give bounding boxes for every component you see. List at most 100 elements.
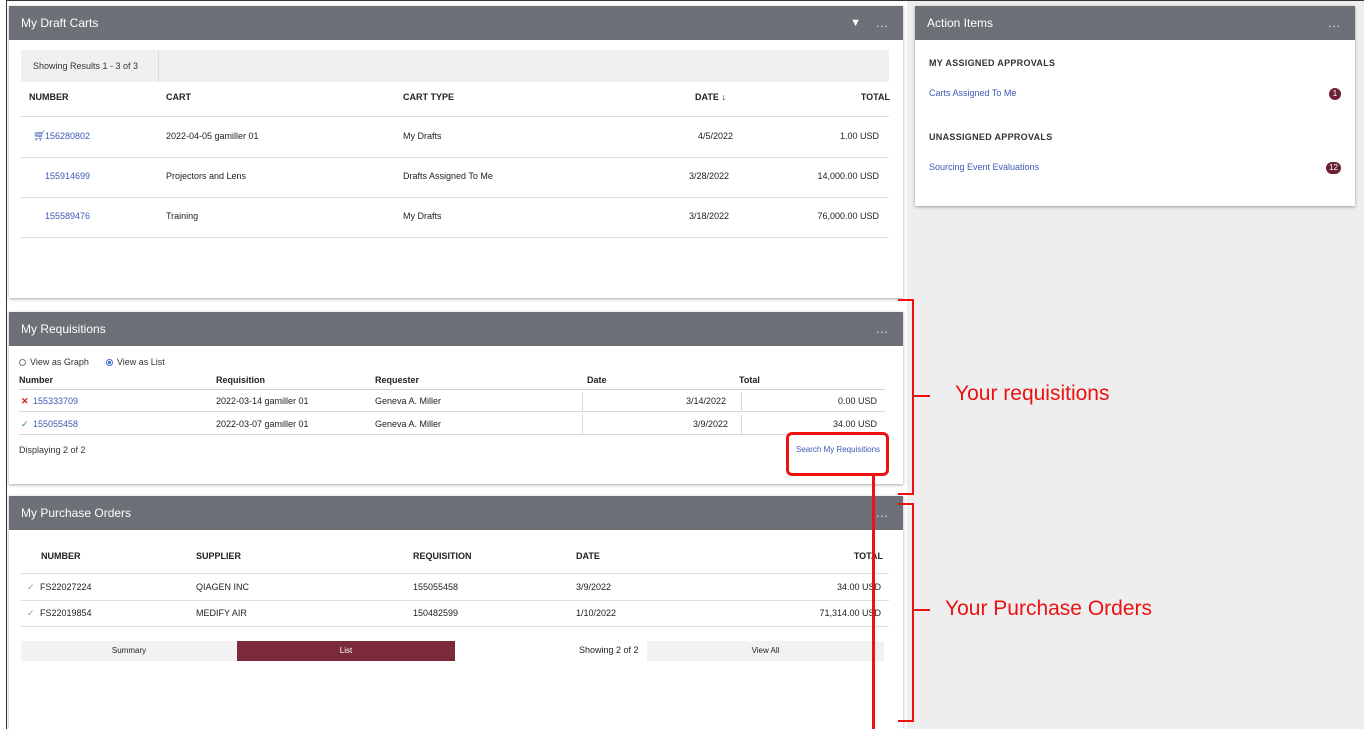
requisitions-title: My Requisitions xyxy=(21,322,106,336)
sourcing-evaluations-link[interactable]: Sourcing Event Evaluations xyxy=(929,162,1039,172)
draft-carts-panel: My Draft Carts ▼ ... Showing Results 1 -… xyxy=(9,6,903,298)
divider xyxy=(582,392,583,411)
column-header-cart-type[interactable]: CART TYPE xyxy=(403,92,454,102)
bracket-tick xyxy=(912,609,930,611)
cart-number-link[interactable]: 156280802 xyxy=(45,131,90,141)
requisition-date: 3/14/2022 xyxy=(686,396,727,406)
supplier-name: MEDIFY AIR xyxy=(196,608,247,618)
cart-number-link[interactable]: 155589476 xyxy=(45,211,90,221)
draft-carts-title: My Draft Carts xyxy=(21,16,99,30)
column-header-requisition[interactable]: REQUISITION xyxy=(413,551,472,561)
canvas-border xyxy=(6,0,7,729)
approved-check-icon: ✓ xyxy=(21,419,29,429)
cart-number-link[interactable]: 155914699 xyxy=(45,171,90,181)
po-number[interactable]: FS22019854 xyxy=(40,608,92,618)
column-header-cart[interactable]: CART xyxy=(166,92,191,102)
divider xyxy=(582,415,583,434)
column-header-number[interactable]: NUMBER xyxy=(41,551,81,561)
list-tab[interactable]: List xyxy=(237,641,455,661)
purchase-orders-title: My Purchase Orders xyxy=(21,506,132,520)
column-header-number[interactable]: NUMBER xyxy=(29,92,69,102)
draft-carts-menu-button[interactable]: ... xyxy=(876,6,889,40)
column-header-supplier[interactable]: SUPPLIER xyxy=(196,551,241,561)
bracket-tick xyxy=(912,395,930,397)
table-row[interactable]: ✓ 155055458 2022-03-07 gamiller 01 Genev… xyxy=(19,415,885,435)
results-bar: Showing Results 1 - 3 of 3 xyxy=(21,50,889,82)
table-row[interactable]: ✓ FS22027224 QIAGEN INC 155055458 3/9/20… xyxy=(21,574,889,601)
cart-date: 4/5/2022 xyxy=(698,131,734,141)
canvas-border xyxy=(6,0,1364,1)
purchase-orders-menu-button[interactable]: ... xyxy=(876,496,889,530)
divider xyxy=(19,389,885,390)
cart-total: 1.00 USD xyxy=(839,131,879,141)
column-header-requisition[interactable]: Requisition xyxy=(216,375,265,385)
cart-name: Projectors and Lens xyxy=(166,171,247,181)
annotation-line xyxy=(872,476,875,729)
requester-name: Geneva A. Miller xyxy=(375,396,442,406)
po-requisition: 155055458 xyxy=(413,582,459,592)
approved-check-icon: ✓ xyxy=(27,582,35,592)
cart-type: My Drafts xyxy=(403,211,442,221)
cart-type: Drafts Assigned To Me xyxy=(403,171,493,181)
table-row[interactable]: 🛒︎ 156280802 2022-04-05 gamiller 01 My D… xyxy=(21,117,889,158)
purchase-orders-panel: My Purchase Orders ... NUMBER SUPPLIER R… xyxy=(9,496,903,729)
count-badge: 1 xyxy=(1329,88,1341,100)
column-header-date[interactable]: Date xyxy=(587,375,607,385)
summary-tab[interactable]: Summary xyxy=(21,641,237,661)
column-header-requester[interactable]: Requester xyxy=(375,375,419,385)
cart-date: 3/28/2022 xyxy=(689,171,730,181)
po-date: 1/10/2022 xyxy=(576,608,617,618)
requisitions-bracket xyxy=(898,299,914,495)
action-items-menu-button[interactable]: ... xyxy=(1328,6,1341,40)
column-header-date[interactable]: DATE ↓ xyxy=(695,92,726,102)
action-items-panel: Action Items ... MY ASSIGNED APPROVALS C… xyxy=(915,6,1355,206)
view-toggle: View as Graph View as List xyxy=(19,357,165,367)
requisitions-header: My Requisitions ... xyxy=(9,312,903,346)
filter-icon[interactable]: ▼ xyxy=(850,6,861,40)
requisition-number-link[interactable]: 155055458 xyxy=(33,419,78,429)
table-row[interactable]: 155589476 Training My Drafts 3/18/2022 7… xyxy=(21,197,889,238)
view-list-radio[interactable] xyxy=(105,359,113,367)
requisitions-menu-button[interactable]: ... xyxy=(876,312,889,346)
results-count: Showing Results 1 - 3 of 3 xyxy=(21,50,159,82)
purchase-orders-bracket xyxy=(898,503,914,722)
column-header-total[interactable]: Total xyxy=(739,375,760,385)
purchase-orders-annotation: Your Purchase Orders xyxy=(945,597,1152,620)
cart-icon: 🛒︎ xyxy=(33,131,46,142)
displaying-count: Displaying 2 of 2 xyxy=(19,445,86,455)
cart-name: 2022-04-05 gamiller 01 xyxy=(166,131,259,141)
view-all-button[interactable]: View All xyxy=(647,641,884,661)
column-header-total[interactable]: TOTAL xyxy=(861,92,890,102)
approved-check-icon: ✓ xyxy=(27,608,35,618)
cart-total: 76,000.00 USD xyxy=(817,211,879,221)
view-list-label[interactable]: View as List xyxy=(117,357,165,367)
view-graph-radio[interactable] xyxy=(19,359,26,367)
cart-total: 14,000.00 USD xyxy=(817,171,879,181)
table-row[interactable]: 155914699 Projectors and Lens Drafts Ass… xyxy=(21,157,889,198)
purchase-orders-header: My Purchase Orders ... xyxy=(9,496,903,530)
highlight-box xyxy=(786,432,889,476)
assigned-approvals-title: MY ASSIGNED APPROVALS xyxy=(929,58,1056,68)
unassigned-approvals-title: UNASSIGNED APPROVALS xyxy=(929,132,1053,142)
po-requisition: 150482599 xyxy=(413,608,459,618)
requisition-number-link[interactable]: 155333709 xyxy=(33,396,78,406)
table-row[interactable]: ✓ FS22019854 MEDIFY AIR 150482599 1/10/2… xyxy=(21,600,889,627)
view-graph-label[interactable]: View as Graph xyxy=(30,357,89,367)
divider xyxy=(741,392,742,411)
table-row[interactable]: ✕ 155333709 2022-03-14 gamiller 01 Genev… xyxy=(19,392,885,412)
action-items-title: Action Items xyxy=(927,16,994,30)
divider xyxy=(741,415,742,434)
carts-assigned-link[interactable]: Carts Assigned To Me xyxy=(929,88,1016,98)
column-header-total[interactable]: TOTAL xyxy=(854,551,883,561)
po-date: 3/9/2022 xyxy=(576,582,612,592)
rejected-x-icon: ✕ xyxy=(21,396,29,406)
requisition-total: 34.00 USD xyxy=(832,419,877,429)
requester-name: Geneva A. Miller xyxy=(375,419,442,429)
requisition-name: 2022-03-07 gamiller 01 xyxy=(216,419,309,429)
column-header-date[interactable]: DATE xyxy=(576,551,600,561)
requisitions-panel: My Requisitions ... View as Graph View a… xyxy=(9,312,903,484)
po-number[interactable]: FS22027224 xyxy=(40,582,92,592)
column-header-number[interactable]: Number xyxy=(19,375,53,385)
action-items-header: Action Items ... xyxy=(915,6,1355,40)
requisition-name: 2022-03-14 gamiller 01 xyxy=(216,396,309,406)
